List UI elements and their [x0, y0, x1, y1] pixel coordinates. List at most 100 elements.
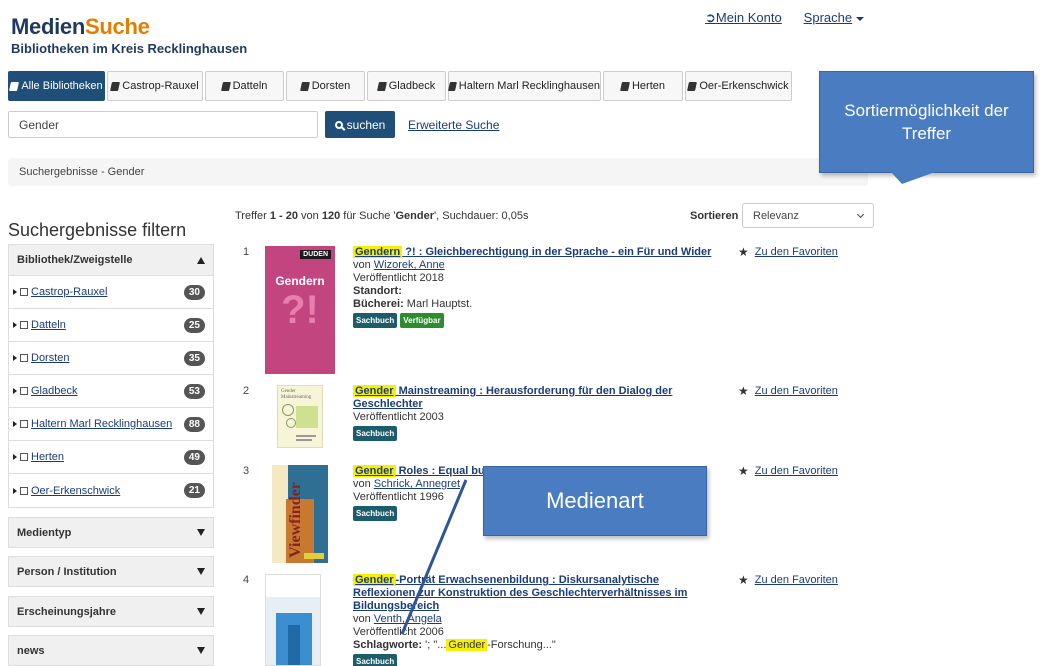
logo[interactable]: MedienSuche Bibliotheken im Kreis Reckli…	[11, 14, 247, 56]
author-link[interactable]: Venth, Angela	[374, 613, 442, 625]
tab-datteln[interactable]: Datteln	[205, 71, 284, 101]
book-icon	[9, 81, 20, 91]
media-type-badge: Sachbuch	[353, 654, 398, 666]
language-dropdown[interactable]: Sprache	[804, 10, 865, 26]
facet-item-haltern-marl-recklinghausen[interactable]: Haltern Marl Recklinghausen 88	[9, 408, 213, 441]
result-title[interactable]: Gendern ?! : Gleichberechtigung in der S…	[353, 246, 715, 259]
facet-medientyp[interactable]: Medientyp	[8, 517, 214, 548]
tab-castrop-rauxel[interactable]: Castrop-Rauxel	[107, 71, 203, 101]
availability-badge: Verfügbar	[400, 313, 444, 328]
sort-select[interactable]: Relevanz	[742, 203, 874, 228]
book-cover[interactable]	[265, 574, 321, 666]
triangle-down-icon	[197, 568, 205, 575]
triangle-right-icon	[13, 355, 17, 361]
triangle-right-icon	[13, 421, 17, 427]
result-number: 3	[243, 465, 250, 477]
book-icon	[220, 81, 231, 91]
breadcrumb: Suchergebnisse - Gender	[8, 158, 868, 186]
tab-oer-erkenschwick[interactable]: Oer-Erkenschwick	[685, 71, 792, 101]
count-badge: 35	[183, 350, 205, 366]
triangle-up-icon	[197, 256, 205, 264]
triangle-right-icon	[13, 487, 17, 494]
top-nav: ➲Mein Konto Sprache	[705, 10, 865, 26]
logo-subtitle: Bibliotheken im Kreis Recklinghausen	[11, 41, 248, 56]
triangle-down-icon	[197, 647, 205, 654]
book-icon	[687, 81, 698, 91]
facet-news[interactable]: news	[8, 635, 214, 666]
author-link[interactable]: Schrick, Annegret	[374, 478, 460, 490]
add-favorite-link[interactable]: ★ Zu den Favoriten	[738, 244, 838, 259]
search-icon	[334, 120, 343, 129]
checkbox-icon	[20, 486, 28, 495]
checkbox-icon	[20, 387, 28, 395]
book-icon	[448, 81, 457, 91]
book-icon	[110, 81, 121, 91]
author-link[interactable]: Wizorek, Anne	[374, 259, 445, 271]
add-favorite-link[interactable]: ★ Zu den Favoriten	[738, 383, 838, 398]
count-badge: 30	[183, 284, 205, 300]
count-badge: 53	[183, 383, 205, 399]
book-icon	[620, 81, 630, 91]
callout-sort-options: Sortiermöglichkeit der Treffer	[819, 71, 1034, 184]
book-cover[interactable]: DUDEN Gendern ?!	[265, 246, 335, 374]
result-title[interactable]: Gender Mainstreaming : Herausforderung f…	[353, 385, 715, 411]
count-badge: 88	[183, 416, 205, 432]
callout-media-type: Medienart	[483, 466, 707, 536]
facet-item-gladbeck[interactable]: Gladbeck 53	[9, 375, 213, 408]
book-cover[interactable]: Gender Mainstreaming	[265, 385, 323, 448]
checkbox-icon	[20, 420, 28, 428]
search-input[interactable]	[8, 111, 318, 138]
search-button[interactable]: suchen	[325, 111, 395, 138]
triangle-down-icon	[197, 529, 205, 536]
results-summary: Treffer 1 - 20 von 120 für Suche 'Gender…	[235, 210, 529, 222]
checkbox-icon	[20, 288, 28, 296]
checkbox-icon	[20, 453, 28, 461]
triangle-right-icon	[13, 322, 17, 328]
facet-item-dorsten[interactable]: Dorsten 35	[9, 342, 213, 375]
count-badge: 25	[183, 317, 205, 333]
facet-item-datteln[interactable]: Datteln 25	[9, 309, 213, 342]
result-number: 1	[243, 246, 250, 258]
facet-library-header[interactable]: Bibliothek/Zweigstelle	[9, 245, 213, 276]
book-icon	[299, 81, 310, 91]
book-cover[interactable]: Viewfinder	[265, 465, 328, 563]
count-badge: 49	[183, 449, 205, 465]
tab-gladbeck[interactable]: Gladbeck	[367, 71, 446, 101]
triangle-right-icon	[13, 388, 17, 394]
published-year: Veröffentlicht 2003	[353, 411, 444, 423]
facet-item-herten[interactable]: Herten 49	[9, 441, 213, 474]
triangle-down-icon	[197, 608, 205, 615]
triangle-right-icon	[13, 454, 17, 460]
tab-haltern-marl-recklinghausen[interactable]: Haltern Marl Recklinghausen	[448, 71, 601, 101]
result-title[interactable]: Gender -Porträt Erwachsenenbildung : Disk…	[353, 574, 715, 613]
account-link[interactable]: ➲Mein Konto	[705, 10, 782, 26]
add-favorite-link[interactable]: ★ Zu den Favoriten	[738, 572, 838, 587]
star-icon: ★	[738, 383, 749, 398]
checkbox-icon	[20, 321, 28, 329]
library-tabs: Alle Bibliotheken Castrop-Rauxel Datteln…	[8, 71, 794, 101]
book-icon	[376, 81, 387, 91]
star-icon: ★	[738, 572, 749, 587]
media-type-badge: Sachbuch	[353, 426, 398, 441]
media-type-badge: Sachbuch	[353, 506, 398, 521]
result-number: 4	[243, 574, 250, 586]
result-number: 2	[243, 385, 250, 397]
published-year: Veröffentlicht 2006	[353, 626, 444, 638]
keywords: Schlagworte: '; "... Gender -Forschung..."	[353, 639, 556, 651]
facet-erscheinungsjahre[interactable]: Erscheinungsjahre	[8, 596, 214, 627]
facet-person-institution[interactable]: Person / Institution	[8, 556, 214, 587]
tab-dorsten[interactable]: Dorsten	[286, 71, 365, 101]
advanced-search-link[interactable]: Erweiterte Suche	[408, 118, 499, 132]
star-icon: ★	[738, 244, 749, 259]
media-type-badge: Sachbuch	[353, 313, 398, 328]
tab-herten[interactable]: Herten	[603, 71, 683, 101]
star-icon: ★	[738, 463, 749, 478]
facet-item-oer-erkenschwick[interactable]: Oer-Erkenschwick 21	[9, 474, 213, 507]
facet-item-castrop-rauxel[interactable]: Castrop-Rauxel 30	[9, 276, 213, 309]
login-icon: ➲	[705, 10, 716, 25]
filter-title: Suchergebnisse filtern	[8, 220, 187, 240]
published-year: Veröffentlicht 2018	[353, 272, 444, 284]
checkbox-icon	[20, 354, 28, 362]
tab-alle-bibliotheken[interactable]: Alle Bibliotheken	[8, 71, 105, 101]
add-favorite-link[interactable]: ★ Zu den Favoriten	[738, 463, 838, 478]
